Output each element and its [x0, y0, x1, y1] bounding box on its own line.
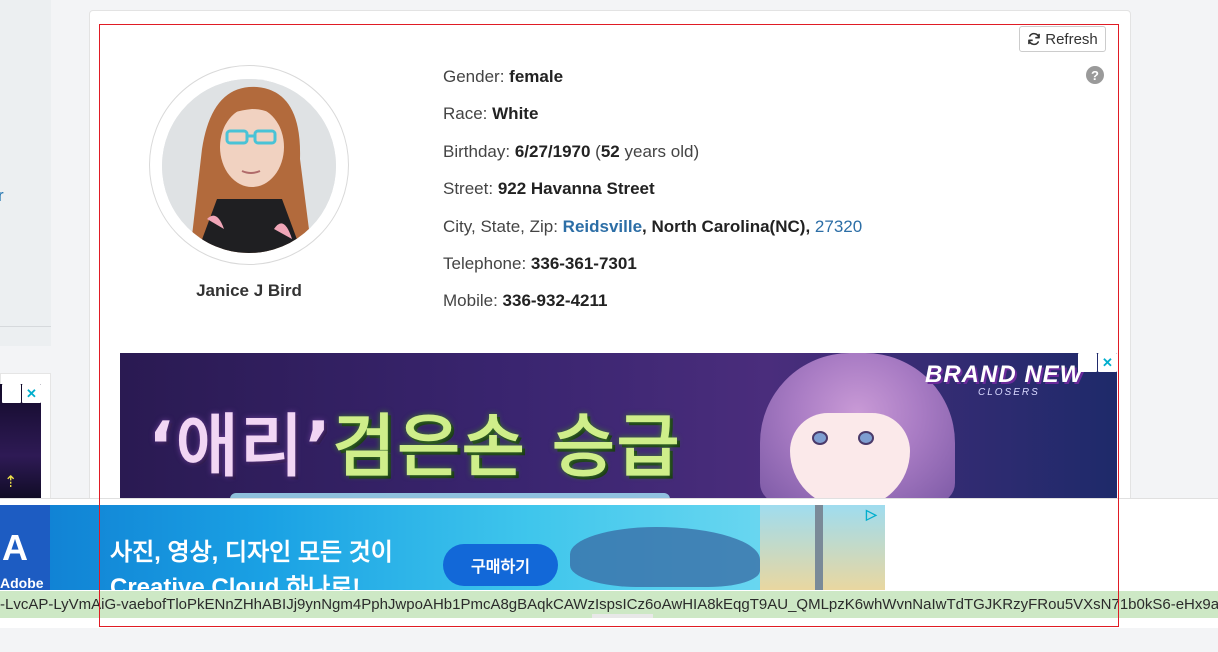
adobe-ad[interactable]: A Adobe 사진, 영상, 디자인 모든 것이 Creative Cloud… — [0, 505, 885, 590]
mobile-label: Mobile: — [443, 291, 503, 311]
ad-info-icon[interactable]: i — [2, 384, 21, 403]
adobe-ad-line2: Creative Cloud 하나로! — [110, 574, 361, 590]
buy-button[interactable]: 구매하기 — [443, 544, 558, 586]
tower-image — [815, 505, 823, 590]
sidebar-ad[interactable]: i ✕ ⇡ — [0, 384, 41, 504]
banner-character-eye — [858, 431, 874, 445]
state-separator: , — [642, 216, 652, 236]
birthday-value: 6/27/1970 — [514, 141, 591, 161]
banner-headline-name: ‘애리’ — [148, 408, 333, 487]
ad-info-icon[interactable]: i — [1078, 353, 1097, 372]
ad-close-icon[interactable]: ✕ — [1098, 353, 1117, 372]
avatar-portrait — [162, 79, 336, 253]
gender-row: Gender: female — [443, 67, 862, 104]
telephone-label: Telephone: — [443, 253, 531, 273]
race-label: Race: — [443, 104, 493, 124]
refresh-label: Refresh — [1045, 30, 1098, 48]
ad-close-icon[interactable]: ✕ — [22, 384, 41, 403]
city-row: City, State, Zip: Reidsville, North Caro… — [443, 217, 862, 254]
banner-headline-promo: 검은손 승급 — [332, 408, 682, 487]
race-row: Race: White — [443, 104, 862, 141]
refresh-icon — [1028, 32, 1041, 46]
state-value: North Carolina(NC) — [651, 216, 806, 236]
gender-value: female — [509, 67, 564, 86]
refresh-button[interactable]: Refresh — [1019, 26, 1106, 52]
banner-character-eye — [812, 431, 828, 445]
street-label: Street: — [443, 179, 498, 199]
telephone-value: 336-361-7301 — [530, 253, 637, 273]
mobile-value: 336-932-4211 — [502, 291, 608, 311]
zip-link[interactable]: 27320 — [815, 217, 862, 236]
avatar — [162, 79, 336, 253]
age-suffix: years old) — [619, 141, 700, 161]
telephone-row: Telephone: 336-361-7301 — [443, 254, 862, 291]
banner-brand: BRAND NEW — [925, 361, 1084, 388]
race-value: White — [492, 104, 539, 124]
help-icon[interactable]: ? — [1086, 66, 1104, 84]
gender-label: Gender: — [443, 67, 510, 86]
scrollbar-thumb[interactable] — [592, 614, 653, 618]
adobe-logo: A Adobe — [0, 505, 50, 590]
city-label: City, State, Zip: — [443, 216, 563, 236]
street-row: Street: 922 Havanna Street — [443, 179, 862, 216]
city-link[interactable]: Reidsville — [563, 217, 642, 236]
age-value: 52 — [600, 141, 620, 161]
mobile-row: Mobile: 336-932-4211 — [443, 291, 862, 328]
person-details: Gender: female Race: White Birthday: 6/2… — [443, 67, 862, 329]
left-sidebar — [0, 0, 51, 346]
banner-character-face — [790, 413, 910, 499]
whale-image — [570, 527, 760, 587]
zip-separator: , — [805, 216, 815, 236]
banner-brand-sub: CLOSERS — [978, 387, 1040, 398]
banner-ad[interactable]: ‘애리’검은손 승급 BRAND NEW CLOSERS i ✕ — [120, 353, 1117, 499]
page: r i ✕ ⇡ Refresh ? — [0, 0, 1218, 652]
sidebar-link-fragment[interactable]: r — [0, 186, 4, 206]
age-open: ( — [590, 141, 601, 161]
banner-headline: ‘애리’검은손 승급 — [148, 391, 681, 490]
sidebar-divider — [0, 326, 51, 327]
birthday-label: Birthday: — [443, 141, 515, 161]
status-url: -LvcAP-LyVmAiG-vaebofTloPkENnZHhABIJj9yn… — [0, 596, 1218, 613]
birthday-row: Birthday: 6/27/1970 (52 years old) — [443, 142, 862, 179]
adobe-logo-icon: A — [2, 527, 28, 568]
adobe-logo-word: Adobe — [0, 575, 44, 590]
adchoices-icon[interactable]: ▷ — [866, 506, 884, 524]
lightning-icon: ⇡ — [4, 474, 18, 491]
person-name: Janice J Bird — [196, 281, 302, 300]
adobe-ad-line1: 사진, 영상, 디자인 모든 것이 — [110, 539, 393, 566]
status-url-bar: -LvcAP-LyVmAiG-vaebofTloPkENnZHhABIJj9yn… — [0, 591, 1218, 618]
street-value: 922 Havanna Street — [497, 179, 655, 199]
